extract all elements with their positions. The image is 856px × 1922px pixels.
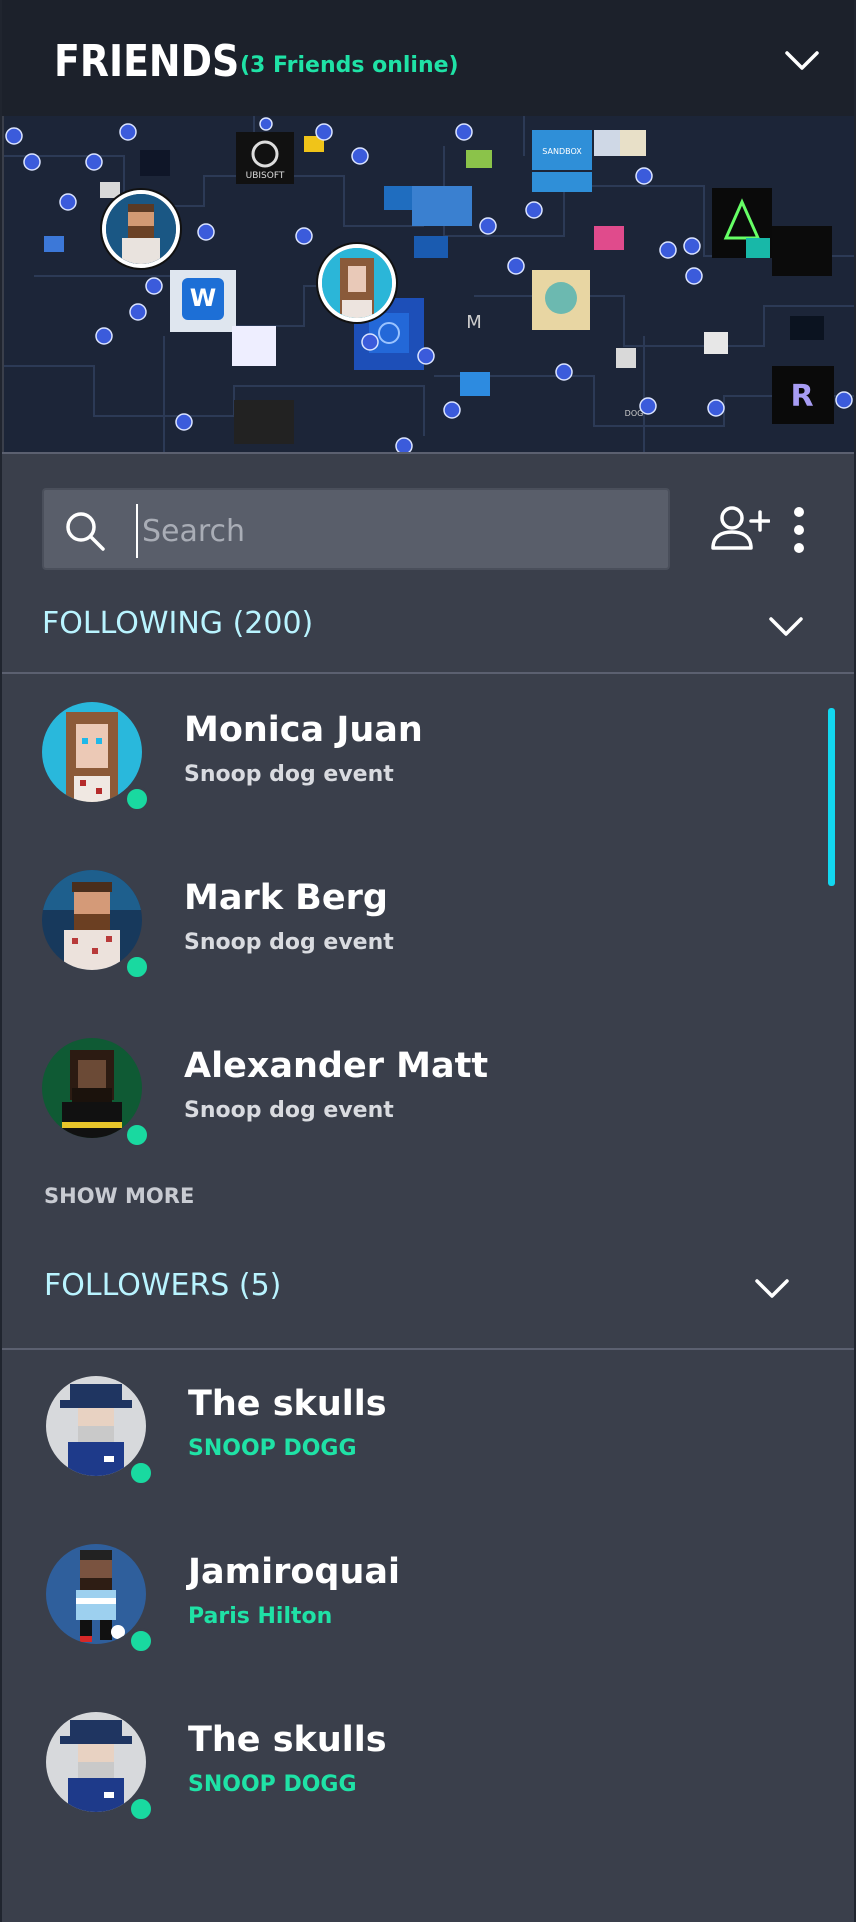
avatar-mark-icon <box>106 194 176 264</box>
avatar-image <box>46 1544 146 1644</box>
list-item[interactable]: Jamiroquai Paris Hilton <box>2 1532 822 1682</box>
map-label-ubisoft: UBISOFT <box>246 171 285 181</box>
online-indicator <box>128 1796 154 1822</box>
following-label: FOLLOWING (200) <box>42 606 313 641</box>
search-box[interactable] <box>42 488 670 570</box>
avatar-image <box>46 1376 146 1476</box>
follower-status: SNOOP DOGG <box>188 1772 357 1797</box>
chevron-down-icon[interactable] <box>768 616 804 638</box>
following-divider <box>2 672 854 674</box>
search-icon <box>66 512 105 551</box>
list-item[interactable]: Monica Juan Snoop dog event <box>2 690 822 840</box>
friend-status: Snoop dog event <box>184 930 394 955</box>
following-count: (200) <box>232 606 314 641</box>
follower-status: SNOOP DOGG <box>188 1436 357 1461</box>
follower-name: The skulls <box>188 1720 387 1760</box>
avatar <box>42 870 142 970</box>
friend-name: Alexander Matt <box>184 1046 489 1086</box>
followers-divider <box>2 1348 854 1350</box>
chevron-down-icon[interactable] <box>784 50 820 72</box>
search-input[interactable] <box>136 504 636 558</box>
follower-name: Jamiroquai <box>188 1552 400 1592</box>
friends-panel: FRIENDS (3 Friends online) UBISOFT SANDB… <box>0 0 856 1922</box>
following-section-header[interactable]: FOLLOWING (200) <box>2 586 854 666</box>
follower-status: Paris Hilton <box>188 1604 333 1629</box>
avatar-image <box>42 702 142 802</box>
map-avatar-monica[interactable] <box>318 244 396 322</box>
avatar-image <box>42 870 142 970</box>
online-indicator <box>124 1122 150 1148</box>
list-item[interactable]: Alexander Matt Snoop dog event <box>2 1026 822 1176</box>
list-item[interactable]: Mark Berg Snoop dog event <box>2 858 822 1008</box>
avatar-monica-icon <box>322 248 392 318</box>
avatar <box>42 702 142 802</box>
add-user-icon[interactable] <box>710 504 770 552</box>
map-label-sandbox: SANDBOX <box>542 147 582 156</box>
more-vertical-icon[interactable] <box>792 506 806 554</box>
world-map[interactable]: UBISOFT SANDBOX W R M DOG <box>4 116 854 454</box>
map-parcels: UBISOFT SANDBOX W R M DOG <box>4 116 854 454</box>
online-indicator <box>128 1460 154 1486</box>
avatar-image <box>46 1712 146 1812</box>
online-indicator <box>124 786 150 812</box>
avatar <box>46 1376 146 1476</box>
online-indicator <box>124 954 150 980</box>
avatar <box>46 1712 146 1812</box>
online-count: (3 Friends online) <box>240 53 459 78</box>
following-title: FOLLOWING <box>42 606 224 641</box>
friend-name: Mark Berg <box>184 878 388 918</box>
list-item[interactable]: The skulls SNOOP DOGG <box>2 1364 822 1514</box>
map-divider <box>2 452 854 454</box>
svg-text:W: W <box>190 284 216 312</box>
online-indicator <box>128 1628 154 1654</box>
panel-title: FRIENDS <box>54 36 240 87</box>
avatar <box>42 1038 142 1138</box>
chevron-down-icon[interactable] <box>754 1278 790 1300</box>
svg-text:R: R <box>790 379 813 414</box>
followers-label: FOLLOWERS (5) <box>44 1268 282 1303</box>
avatar <box>46 1544 146 1644</box>
follower-name: The skulls <box>188 1384 387 1424</box>
friend-status: Snoop dog event <box>184 762 394 787</box>
list-item[interactable]: The skulls SNOOP DOGG <box>2 1700 822 1850</box>
friend-status: Snoop dog event <box>184 1098 394 1123</box>
map-label-m: M <box>466 312 482 333</box>
friends-header: FRIENDS (3 Friends online) <box>2 0 854 116</box>
map-avatar-mark[interactable] <box>102 190 180 268</box>
show-more-link[interactable]: SHOW MORE <box>44 1184 194 1208</box>
list-scrollbar[interactable] <box>828 708 835 886</box>
avatar-image <box>42 1038 142 1138</box>
friend-name: Monica Juan <box>184 710 423 750</box>
followers-section-header[interactable]: FOLLOWERS (5) <box>2 1248 854 1328</box>
